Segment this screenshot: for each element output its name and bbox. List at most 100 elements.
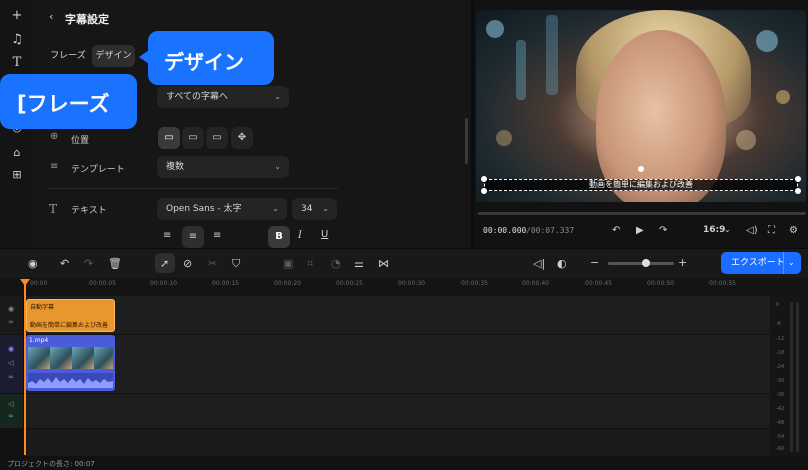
empty-track[interactable] bbox=[24, 429, 770, 456]
settings-icon[interactable]: ⚙ bbox=[789, 225, 798, 236]
undo-step-icon[interactable]: ↶ bbox=[612, 225, 620, 236]
back-icon[interactable]: ‹ bbox=[49, 10, 53, 23]
ruler-tick: 00:00:25 bbox=[336, 280, 363, 287]
phrase-callout-text: [フレーズ bbox=[17, 92, 110, 116]
speaker-icon[interactable]: ◁ bbox=[8, 400, 13, 408]
volume-icon[interactable]: ◁) bbox=[746, 225, 758, 236]
chevron-down-icon: ⌄ bbox=[322, 204, 329, 213]
template-dropdown[interactable]: 複数 ⌄ bbox=[157, 156, 289, 178]
select-tool-icon[interactable]: ➚ bbox=[160, 257, 169, 270]
playhead[interactable] bbox=[24, 279, 26, 455]
resize-handle[interactable] bbox=[481, 176, 487, 182]
video-clip-title: 1.mp4 bbox=[29, 337, 49, 344]
position-icon: ⊕ bbox=[50, 131, 59, 142]
adjust-icon[interactable]: ⚌ bbox=[354, 257, 364, 270]
eye-icon[interactable]: ◉ bbox=[8, 345, 14, 353]
ruler-tick: 00:00:55 bbox=[709, 280, 736, 287]
speaker-icon[interactable]: ◁ bbox=[8, 359, 13, 367]
zoom-slider-knob[interactable] bbox=[642, 259, 650, 267]
font-size-dropdown[interactable]: 34 ⌄ bbox=[292, 198, 337, 220]
split-tool-icon[interactable]: ⊘ bbox=[183, 257, 192, 270]
brand-kit-icon[interactable]: ⌂ bbox=[9, 145, 25, 161]
zoom-in-icon[interactable]: + bbox=[678, 256, 687, 269]
font-dropdown[interactable]: Open Sans - 太字 ⌄ bbox=[157, 198, 287, 220]
chevron-down-icon: ⌄ bbox=[272, 204, 279, 213]
undo-icon[interactable]: ↶ bbox=[60, 257, 69, 270]
chevron-down-icon[interactable]: ⌄ bbox=[724, 225, 731, 234]
video-preview[interactable] bbox=[476, 10, 806, 202]
playhead-handle[interactable] bbox=[20, 279, 30, 286]
align-left-icon[interactable]: ≡ bbox=[163, 230, 171, 241]
project-length: プロジェクトの長さ: 00:07 bbox=[7, 460, 95, 468]
fullscreen-icon[interactable]: ⛶ bbox=[768, 225, 775, 236]
italic-icon[interactable]: I bbox=[298, 230, 302, 241]
position-top-button[interactable]: ▭ bbox=[206, 127, 228, 149]
magnet-icon[interactable]: ◐ bbox=[557, 257, 567, 270]
record-icon[interactable]: ◉ bbox=[28, 257, 38, 270]
meter-tick: -42 bbox=[776, 406, 785, 412]
redo-step-icon[interactable]: ↷ bbox=[659, 225, 667, 236]
transition-icon[interactable]: ⋈ bbox=[378, 257, 389, 270]
shield-icon[interactable]: ⛉ bbox=[232, 257, 240, 271]
cut-icon[interactable]: ✂ bbox=[208, 257, 217, 270]
delete-icon[interactable]: 🗑 bbox=[108, 257, 122, 270]
resize-handle[interactable] bbox=[795, 176, 801, 182]
video-track[interactable] bbox=[24, 335, 770, 393]
align-right-icon[interactable]: ≡ bbox=[213, 230, 221, 241]
move-icon[interactable]: ✥ bbox=[231, 127, 253, 149]
playback-progress[interactable] bbox=[478, 212, 806, 215]
link-icon[interactable]: ∞ bbox=[8, 318, 14, 326]
bold-icon[interactable]: B bbox=[268, 226, 290, 248]
subtitle-overlay-text: 動画を簡単に編集および改善 bbox=[589, 180, 693, 189]
meter-tick: -24 bbox=[776, 364, 785, 370]
template-label: テンプレート bbox=[71, 165, 125, 175]
meter-tick: -36 bbox=[776, 392, 785, 398]
resize-handle[interactable] bbox=[481, 188, 487, 194]
meter-tick: 0 bbox=[776, 302, 780, 308]
video-track-header: ◉ ◁ ∞ bbox=[0, 335, 24, 393]
tab-design[interactable]: デザイン bbox=[92, 45, 135, 67]
export-button[interactable]: エクスポート ⌄ bbox=[721, 252, 801, 274]
position-label: 位置 bbox=[71, 136, 90, 146]
underline-icon[interactable]: U bbox=[321, 229, 328, 240]
speed-icon[interactable]: ◔ bbox=[331, 257, 341, 270]
align-center-icon[interactable]: ≡ bbox=[182, 226, 204, 248]
apply-scope-dropdown[interactable]: すべての字幕へ ⌄ bbox=[157, 86, 289, 108]
position-middle-button[interactable]: ▭ bbox=[182, 127, 204, 149]
ai-tool-icon[interactable]: ▣ bbox=[283, 257, 293, 270]
redo-icon[interactable]: ↷ bbox=[84, 257, 93, 270]
resize-handle[interactable] bbox=[795, 188, 801, 194]
video-clip[interactable]: 1.mp4 bbox=[26, 335, 115, 391]
text-icon[interactable]: T bbox=[9, 55, 25, 71]
audio-split-icon[interactable]: ◁| bbox=[533, 257, 545, 270]
add-media-icon[interactable]: + bbox=[9, 8, 25, 24]
ruler-tick: 00:00:15 bbox=[212, 280, 239, 287]
timeline-ruler[interactable]: 00:00 00:00:05 00:00:10 00:00:15 00:00:2… bbox=[0, 278, 808, 296]
template-value: 複数 bbox=[166, 162, 185, 172]
zoom-slider[interactable] bbox=[608, 259, 674, 267]
zoom-out-icon[interactable]: − bbox=[590, 256, 599, 269]
callout-pointer bbox=[139, 50, 149, 64]
subtitle-overlay[interactable]: 動画を簡単に編集および改善 bbox=[484, 179, 798, 191]
audio-track[interactable] bbox=[24, 394, 770, 428]
timecode-total: /00:07.337 bbox=[526, 226, 575, 235]
ruler-tick: 00:00:40 bbox=[522, 280, 549, 287]
apps-icon[interactable]: ⊞ bbox=[9, 167, 25, 183]
export-label: エクスポート bbox=[731, 258, 785, 268]
crop-icon[interactable]: ⌗ bbox=[307, 257, 313, 271]
tab-phrase[interactable]: フレーズ bbox=[48, 45, 88, 67]
ruler-tick: 00:00:45 bbox=[585, 280, 612, 287]
eye-icon[interactable]: ◉ bbox=[8, 305, 14, 313]
link-icon[interactable]: ∞ bbox=[8, 412, 14, 420]
meter-bar-left bbox=[790, 302, 793, 452]
panel-scrollbar[interactable] bbox=[465, 118, 468, 164]
play-icon[interactable]: ▶ bbox=[636, 225, 644, 236]
music-icon[interactable]: ♫ bbox=[9, 32, 25, 48]
rotate-handle[interactable] bbox=[638, 166, 644, 172]
position-bottom-button[interactable]: ▭ bbox=[158, 127, 180, 149]
subtitle-clip[interactable]: 自動字幕 動画を簡単に編集および改善 bbox=[26, 299, 115, 332]
chevron-down-icon[interactable]: ⌄ bbox=[788, 252, 795, 274]
link-icon[interactable]: ∞ bbox=[8, 373, 14, 381]
aspect-ratio-button[interactable]: 16:9 bbox=[703, 225, 725, 235]
subtitle-track[interactable] bbox=[24, 296, 770, 334]
